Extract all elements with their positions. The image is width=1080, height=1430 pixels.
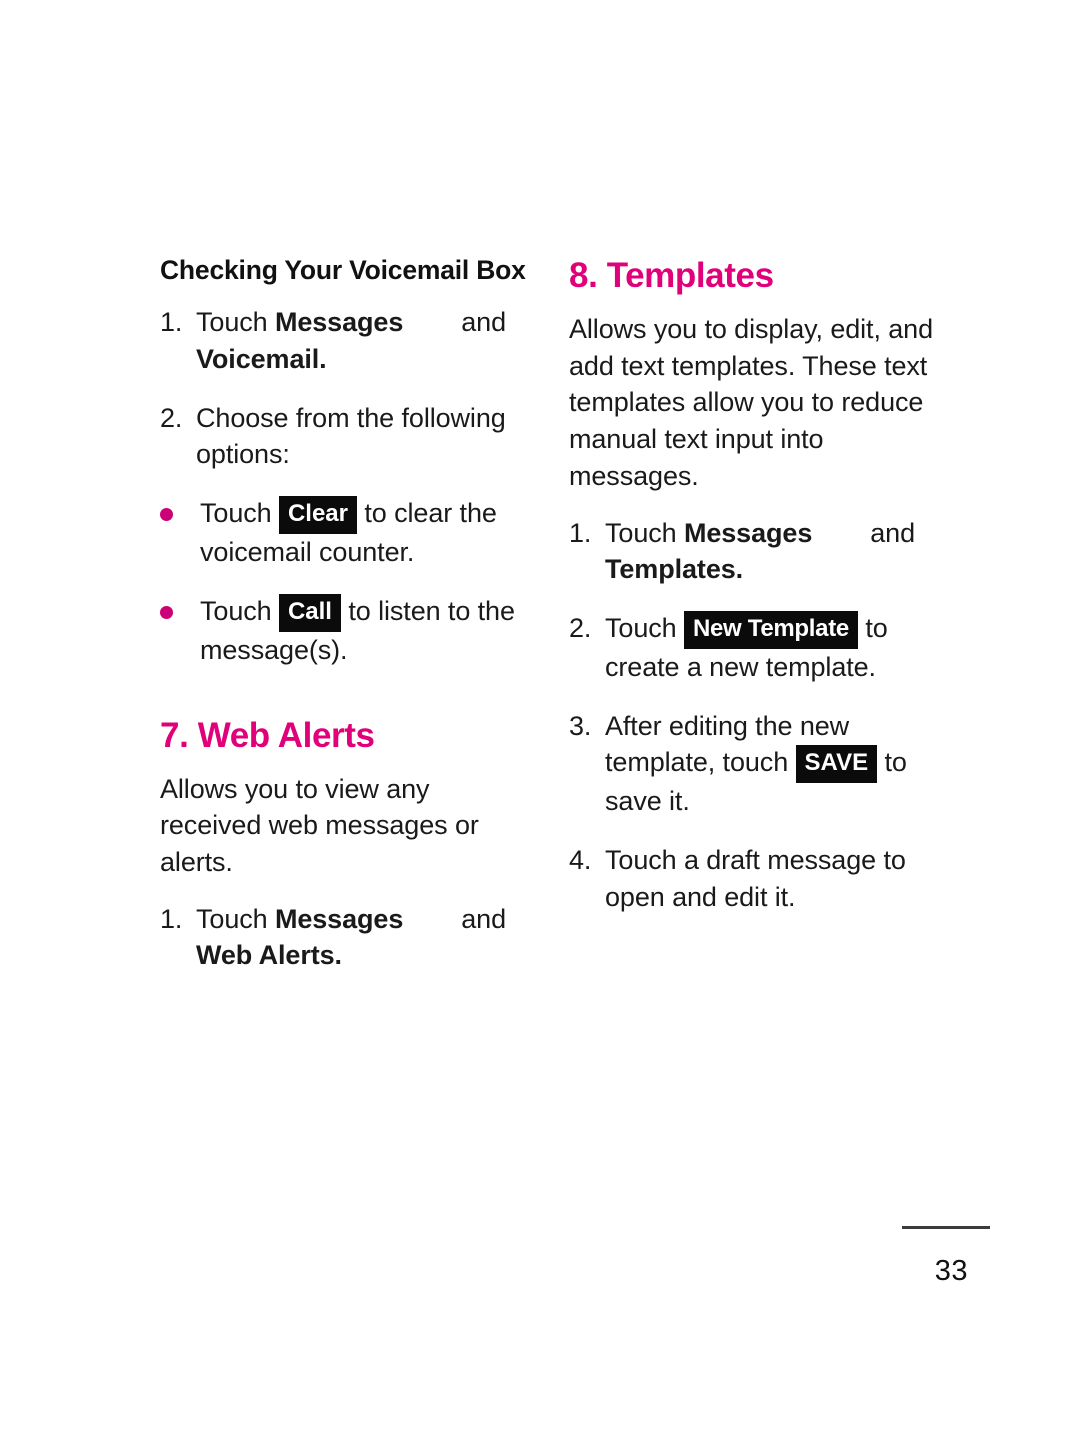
keycap-call[interactable]: Call <box>278 593 341 632</box>
step-text: Touch Messages and Templates. <box>605 515 940 588</box>
step-text-mid: and <box>461 307 506 338</box>
list-item: 2. Touch New Template to create a new te… <box>569 610 940 686</box>
step-marker: 1. <box>160 903 183 934</box>
voicemail-steps-list: 1. Touch Messages and Voicemail. 2. Choose… <box>160 304 531 473</box>
step-text: Touch a draft message to open and edit i… <box>605 845 906 912</box>
list-item: 1. Touch Messages and Templates. <box>569 515 940 588</box>
step-text: Touch New Template to create a new templ… <box>605 610 940 686</box>
list-item: 3. After editing the new template, touch… <box>569 708 940 820</box>
page-footer: 33 <box>840 1226 990 1288</box>
section-paragraph-web-alerts: Allows you to view any received web mess… <box>160 773 479 878</box>
step-text: Touch Messages and Web Alerts. <box>196 901 531 974</box>
step-marker: 1. <box>160 307 183 338</box>
two-column-body: Checking Your Voicemail Box 1. Touch Mes… <box>160 255 940 974</box>
list-item: Touch Call to listen to the message(s). <box>160 593 531 669</box>
voicemail-options-list: Touch Clear to clear the voicemail count… <box>160 495 531 668</box>
menu-icon-slot <box>403 309 461 335</box>
section-paragraph-templates: Allows you to display, edit, and add tex… <box>569 314 934 491</box>
list-item: 1. Touch Messages and Voicemail. <box>160 304 531 377</box>
step-text-post: . <box>334 940 343 971</box>
footer-divider <box>902 1226 990 1229</box>
step-bold-messages: Messages <box>274 903 404 934</box>
step-text-pre: Touch <box>196 307 275 338</box>
step-text-pre: Touch <box>605 613 684 644</box>
step-marker: 2. <box>569 613 592 644</box>
step-text-post: . <box>319 343 327 374</box>
step-marker: 2. <box>160 402 183 433</box>
step-text-post: . <box>735 554 744 585</box>
keycap-save[interactable]: SAVE <box>795 745 878 784</box>
keycap-clear[interactable]: Clear <box>278 496 357 535</box>
step-marker: 1. <box>569 517 592 548</box>
manual-page: Checking Your Voicemail Box 1. Touch Mes… <box>0 0 1080 1430</box>
right-column: 8. Templates Allows you to display, edit… <box>569 255 940 916</box>
menu-icon-slot <box>812 520 870 546</box>
bullet-text: Touch Clear to clear the voicemail count… <box>200 495 531 571</box>
step-text: After editing the new template, touch SA… <box>605 708 940 820</box>
left-column: Checking Your Voicemail Box 1. Touch Mes… <box>160 255 531 974</box>
step-bold-templates: Templates <box>605 554 736 585</box>
page-number: 33 <box>934 1255 968 1287</box>
step-marker: 3. <box>569 710 592 741</box>
step-text-pre: Touch <box>196 903 275 934</box>
templates-steps-list: 1. Touch Messages and Templates. 2. Touch … <box>569 515 940 916</box>
keycap-new-template[interactable]: New Template <box>683 611 858 650</box>
bullet-text-pre: Touch <box>200 498 279 529</box>
menu-icon-slot <box>403 906 461 932</box>
step-bold-web-alerts: Web Alerts <box>196 940 335 971</box>
list-item: 4. Touch a draft message to open and edi… <box>569 842 940 915</box>
step-text: Choose from the following options: <box>196 402 506 470</box>
web-alerts-steps-list: 1. Touch Messages and Web Alerts. <box>160 901 531 974</box>
subsection-heading-checking-voicemail: Checking Your Voicemail Box <box>160 255 526 285</box>
list-item: Touch Clear to clear the voicemail count… <box>160 495 531 571</box>
list-item: 1. Touch Messages and Web Alerts. <box>160 901 531 974</box>
bullet-dot-icon <box>160 495 200 571</box>
step-text-mid: and <box>870 517 915 548</box>
bullet-text-pre: Touch <box>200 595 279 626</box>
step-text: Touch Messages and Voicemail. <box>196 304 531 377</box>
step-bold-messages: Messages <box>274 307 404 338</box>
step-text-mid: and <box>461 903 506 934</box>
step-bold-messages: Messages <box>683 517 813 548</box>
section-heading-web-alerts: 7. Web Alerts <box>160 715 375 755</box>
step-text-pre: Touch <box>605 517 684 548</box>
section-heading-templates: 8. Templates <box>569 256 774 295</box>
bullet-text: Touch Call to listen to the message(s). <box>200 593 531 669</box>
step-bold-voicemail: Voicemail <box>196 343 320 374</box>
list-item: 2. Choose from the following options: <box>160 400 531 473</box>
step-marker: 4. <box>569 845 592 876</box>
bullet-dot-icon <box>160 593 200 669</box>
